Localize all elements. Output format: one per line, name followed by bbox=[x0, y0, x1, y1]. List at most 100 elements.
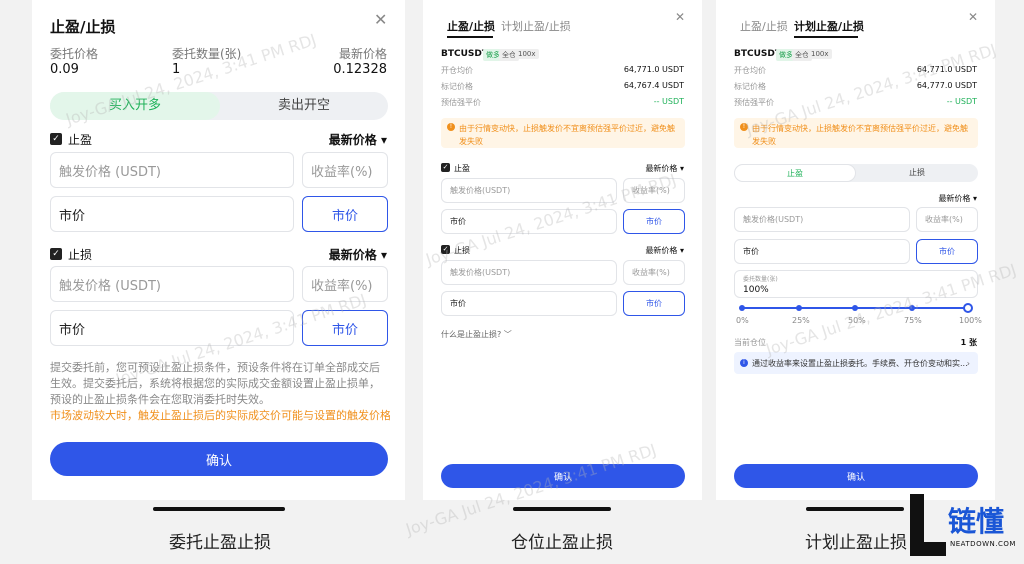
tick-75: 75% bbox=[904, 316, 922, 325]
tick-100: 100% bbox=[959, 316, 982, 325]
avg-open-label: 开仓均价 bbox=[734, 66, 766, 75]
buy-long-tab[interactable]: 买入开多 bbox=[50, 92, 220, 120]
plan-tpsl-panel: 止盈/止损 计划止盈/止损 ✕ BTCUSDT 做多 全仓 100x 开仓均价 … bbox=[716, 0, 995, 500]
liq-price-value: -- USDT bbox=[653, 97, 684, 106]
tp-tab[interactable]: 止盈 bbox=[734, 164, 856, 182]
slider-step-dot[interactable] bbox=[852, 305, 858, 311]
slider-step-dot[interactable] bbox=[795, 305, 802, 311]
liq-price-label: 预估强平价 bbox=[734, 98, 774, 107]
volatility-warning: 市场波动较大时，触发止盈止损后的实际成交价可能与设置的触发价格有所 bbox=[50, 409, 390, 422]
info-text: 通过收益率来设置止盈止损委托。手续费、开仓价变动和实... bbox=[752, 358, 968, 368]
slider-thumb[interactable] bbox=[963, 303, 973, 313]
sl-market-button[interactable]: 市价 bbox=[623, 291, 685, 316]
what-is-tpsl-link[interactable]: 什么是止盈止损? ﹀ bbox=[441, 329, 512, 340]
tp-market-button[interactable]: 市价 bbox=[623, 209, 685, 234]
active-tab-indicator bbox=[447, 36, 493, 38]
sell-short-tab[interactable]: 卖出开空 bbox=[220, 92, 388, 120]
mark-price-label: 标记价格 bbox=[441, 82, 473, 91]
liq-price-label: 预估强平价 bbox=[441, 98, 481, 107]
tab-plan-tpsl[interactable]: 计划止盈/止损 bbox=[794, 18, 864, 34]
tp-label: 止盈 bbox=[68, 133, 93, 147]
order-price-label: 委托价格 bbox=[50, 47, 99, 61]
tab-plan-tpsl[interactable]: 计划止盈/止损 bbox=[501, 18, 571, 34]
latest-price-label: 最新价格 bbox=[338, 47, 387, 61]
tick-50: 50% bbox=[848, 316, 866, 325]
rate-info-bar[interactable]: i 通过收益率来设置止盈止损委托。手续费、开仓价变动和实... › bbox=[734, 352, 978, 374]
tp-checkbox[interactable]: ✓ bbox=[50, 133, 62, 145]
liq-price-value: -- USDT bbox=[946, 97, 977, 106]
avg-open-label: 开仓均价 bbox=[441, 66, 473, 75]
info-icon: ! bbox=[740, 123, 748, 131]
tp-rate-input[interactable]: 收益率(%) bbox=[623, 178, 685, 203]
caption-position-tpsl: 仓位止盈止损 bbox=[511, 533, 613, 553]
tp-price-input[interactable]: 市价 bbox=[50, 196, 294, 232]
sl-tab[interactable]: 止损 bbox=[856, 164, 978, 182]
tp-price-input[interactable]: 市价 bbox=[441, 209, 617, 234]
confirm-button[interactable]: 确认 bbox=[50, 442, 388, 476]
latest-price-value: 0.12328 bbox=[333, 62, 387, 77]
order-tpsl-panel: 止盈/止损 ✕ 委托价格 0.09 委托数量(张) 1 最新价格 0.12328… bbox=[32, 0, 405, 500]
close-icon[interactable]: ✕ bbox=[968, 10, 978, 24]
symbol: BTCUSDT bbox=[441, 49, 489, 59]
qty-value: 100% bbox=[743, 285, 769, 295]
slider-step-dot[interactable] bbox=[739, 305, 745, 311]
mark-price-value: 64,767.4 USDT bbox=[623, 81, 684, 90]
rate-input[interactable]: 收益率(%) bbox=[916, 207, 978, 232]
warning-text: 由于行情变动快，止损触发价不宜离预估强平价过近，避免触发失败 bbox=[752, 124, 968, 146]
sl-label: 止损 bbox=[68, 248, 93, 262]
sl-price-type-dropdown[interactable]: 最新价格 ▾ bbox=[329, 246, 387, 263]
home-indicator bbox=[513, 507, 611, 511]
panel-title: 止盈/止损 bbox=[50, 18, 116, 36]
confirm-button[interactable]: 确认 bbox=[734, 464, 978, 488]
tp-price-type-dropdown[interactable]: 最新价格 ▾ bbox=[329, 131, 387, 148]
caption-order-tpsl: 委托止盈止损 bbox=[169, 533, 271, 553]
sl-market-button[interactable]: 市价 bbox=[302, 310, 388, 346]
sl-trigger-input[interactable]: 触发价格(USDT) bbox=[441, 260, 617, 285]
order-price-value: 0.09 bbox=[50, 62, 79, 77]
qty-input[interactable]: 委托数量(张) 100% bbox=[734, 270, 978, 298]
position-tpsl-panel: 止盈/止损 计划止盈/止损 ✕ BTCUSDT 做多 全仓 100x 开仓均价 … bbox=[423, 0, 702, 500]
close-icon[interactable]: ✕ bbox=[374, 10, 387, 29]
sl-label: 止损 bbox=[454, 246, 470, 255]
tick-0: 0% bbox=[736, 316, 749, 325]
sl-rate-input[interactable]: 收益率(%) bbox=[302, 266, 388, 302]
sl-rate-input[interactable]: 收益率(%) bbox=[623, 260, 685, 285]
slider-step-dot[interactable] bbox=[908, 305, 915, 311]
qty-label: 委托数量(张) bbox=[743, 276, 778, 283]
mark-price-value: 64,777.0 USDT bbox=[916, 81, 977, 90]
sl-trigger-input[interactable]: 触发价格 (USDT) bbox=[50, 266, 294, 302]
liquidation-warning: ! 由于行情变动快，止损触发价不宜离预估强平价过近，避免触发失败 bbox=[734, 118, 978, 148]
tp-rate-input[interactable]: 收益率(%) bbox=[302, 152, 388, 188]
tp-trigger-input[interactable]: 触发价格(USDT) bbox=[441, 178, 617, 203]
price-type-dropdown[interactable]: 最新价格 ▾ bbox=[938, 193, 977, 204]
tpsl-note: 提交委托前，您可预设止盈止损条件，预设条件将在订单全部成交后生效。提交委托后，系… bbox=[50, 361, 380, 406]
logo-mark-icon bbox=[910, 494, 946, 556]
market-button[interactable]: 市价 bbox=[916, 239, 978, 264]
trigger-input[interactable]: 触发价格(USDT) bbox=[734, 207, 910, 232]
sl-price-input[interactable]: 市价 bbox=[50, 310, 294, 346]
caption-plan-tpsl: 计划止盈止损 bbox=[805, 533, 907, 553]
sl-checkbox[interactable]: ✓ bbox=[441, 245, 450, 254]
confirm-button[interactable]: 确认 bbox=[441, 464, 685, 488]
leverage-tag: 100x bbox=[515, 49, 539, 59]
sl-checkbox[interactable]: ✓ bbox=[50, 248, 62, 260]
avg-open-value: 64,771.0 USDT bbox=[623, 65, 684, 74]
active-tab-indicator bbox=[794, 36, 858, 38]
close-icon[interactable]: ✕ bbox=[675, 10, 685, 24]
sl-price-type-dropdown[interactable]: 最新价格 ▾ bbox=[645, 245, 684, 256]
home-indicator bbox=[153, 507, 285, 511]
tp-trigger-input[interactable]: 触发价格 (USDT) bbox=[50, 152, 294, 188]
side-segment: 买入开多 卖出开空 bbox=[50, 92, 388, 120]
tp-checkbox[interactable]: ✓ bbox=[441, 163, 450, 172]
position-label: 当前仓位 bbox=[734, 338, 766, 347]
logo-subtext: NEATDOWN.COM bbox=[950, 540, 1016, 548]
tab-tpsl[interactable]: 止盈/止损 bbox=[740, 18, 788, 34]
mark-price-label: 标记价格 bbox=[734, 82, 766, 91]
sl-price-input[interactable]: 市价 bbox=[441, 291, 617, 316]
tp-market-button[interactable]: 市价 bbox=[302, 196, 388, 232]
symbol: BTCUSDT bbox=[734, 49, 782, 59]
price-input[interactable]: 市价 bbox=[734, 239, 910, 264]
tp-label: 止盈 bbox=[454, 164, 470, 173]
tab-tpsl[interactable]: 止盈/止损 bbox=[447, 18, 495, 34]
tp-price-type-dropdown[interactable]: 最新价格 ▾ bbox=[645, 163, 684, 174]
